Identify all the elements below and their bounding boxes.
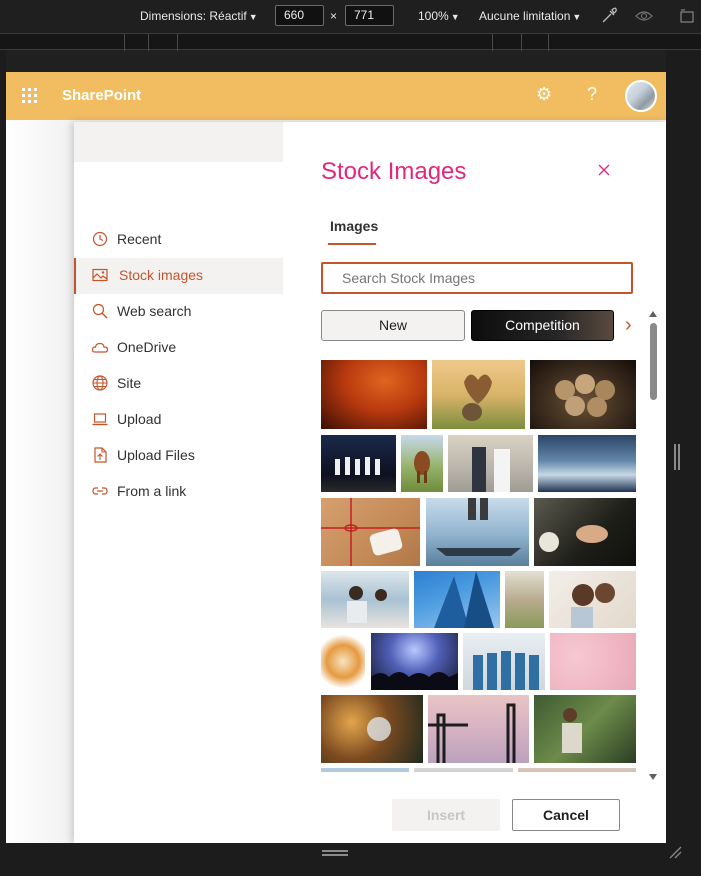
user-avatar[interactable] xyxy=(625,80,657,112)
category-new[interactable]: New xyxy=(321,310,465,341)
eyedropper-icon[interactable] xyxy=(600,7,618,25)
image-thumbnail[interactable] xyxy=(534,498,636,566)
image-thumbnail[interactable] xyxy=(428,695,529,763)
resize-handle-bottom[interactable] xyxy=(322,850,348,856)
image-thumbnail[interactable] xyxy=(432,360,525,429)
scroll-down-arrow[interactable] xyxy=(649,774,657,780)
image-thumbnail[interactable] xyxy=(414,571,500,628)
laptop-icon xyxy=(92,413,108,426)
nav-label: OneDrive xyxy=(117,339,177,355)
image-thumbnail[interactable] xyxy=(463,633,545,690)
image-thumbnail[interactable] xyxy=(414,768,513,772)
app-launcher-icon[interactable] xyxy=(22,88,38,104)
panel-title: Stock Images xyxy=(321,158,467,185)
search-icon xyxy=(92,303,108,319)
zoom-dropdown[interactable]: 100% ▼ xyxy=(418,9,460,23)
scroll-up-arrow[interactable] xyxy=(649,311,657,317)
image-thumbnail[interactable] xyxy=(448,435,533,492)
nav-item-upload[interactable]: Upload xyxy=(74,402,283,438)
image-thumbnail[interactable] xyxy=(426,498,529,566)
link-icon xyxy=(92,487,108,495)
image-thumbnail[interactable] xyxy=(321,633,365,690)
viewport-gutter-right xyxy=(666,50,701,843)
sharepoint-header: SharePoint ⚙ ? xyxy=(6,72,666,120)
image-icon xyxy=(92,268,108,282)
nav-item-web-search[interactable]: Web search xyxy=(74,294,283,330)
height-input[interactable]: 771 xyxy=(345,5,394,26)
throttle-dropdown[interactable]: Aucune limitation ▼ xyxy=(479,9,581,23)
file-upload-icon xyxy=(94,447,107,463)
media-query-ruler xyxy=(0,33,701,51)
image-thumbnail[interactable] xyxy=(321,435,396,492)
nav-label: Site xyxy=(117,375,142,391)
rotate-icon[interactable] xyxy=(677,7,697,25)
image-thumbnail[interactable] xyxy=(321,498,420,566)
cloud-icon xyxy=(92,342,108,353)
viewport-gutter-bottom xyxy=(0,843,701,876)
help-icon[interactable]: ? xyxy=(587,84,597,105)
tab-images[interactable]: Images xyxy=(330,218,378,234)
nav-item-recent[interactable]: Recent xyxy=(74,222,283,258)
image-grid xyxy=(321,360,637,772)
stock-images-panel: Stock Images Images New Competition › xyxy=(283,122,666,843)
scrollbar-thumb[interactable] xyxy=(650,323,657,400)
image-thumbnail[interactable] xyxy=(534,695,636,763)
nav-label: Web search xyxy=(117,303,192,319)
image-thumbnail[interactable] xyxy=(401,435,443,492)
nav-item-stock-images[interactable]: Stock images xyxy=(74,258,283,294)
nav-label: Upload xyxy=(117,411,162,427)
image-thumbnail[interactable] xyxy=(530,360,636,429)
image-thumbnail[interactable] xyxy=(321,768,409,772)
file-picker-dialog: Recent Stock images Web search OneDrive … xyxy=(74,122,666,843)
cancel-button[interactable]: Cancel xyxy=(512,799,620,831)
globe-icon xyxy=(92,375,108,391)
category-competition[interactable]: Competition xyxy=(471,310,614,341)
insert-button[interactable]: Insert xyxy=(392,799,500,831)
image-thumbnail[interactable] xyxy=(321,695,423,763)
nav-item-upload-files[interactable]: Upload Files xyxy=(74,438,283,474)
image-grid-scrollbar[interactable] xyxy=(648,311,658,781)
tab-indicator xyxy=(328,243,376,245)
sensor-icon[interactable] xyxy=(634,8,654,24)
image-thumbnail[interactable] xyxy=(321,571,409,628)
app-title[interactable]: SharePoint xyxy=(62,87,141,104)
resize-handle-right[interactable] xyxy=(674,444,680,470)
times-sign: × xyxy=(330,9,338,23)
image-thumbnail[interactable] xyxy=(549,571,636,628)
dimensions-dropdown[interactable]: Dimensions: Réactif ▼ xyxy=(140,9,258,23)
settings-gear-icon[interactable]: ⚙ xyxy=(536,84,552,105)
nav-item-from-a-link[interactable]: From a link xyxy=(74,474,283,510)
image-thumbnail[interactable] xyxy=(550,633,636,690)
nav-item-site[interactable]: Site xyxy=(74,366,283,402)
image-thumbnail[interactable] xyxy=(505,571,544,628)
picker-nav: Recent Stock images Web search OneDrive … xyxy=(74,122,283,843)
image-thumbnail[interactable] xyxy=(538,435,636,492)
emulated-viewport: SharePoint ⚙ ? Recent Stock images Web s… xyxy=(6,72,666,843)
image-thumbnail[interactable] xyxy=(321,360,427,429)
close-icon[interactable] xyxy=(596,162,612,178)
clock-icon xyxy=(92,231,108,247)
chevron-right-icon[interactable]: › xyxy=(625,314,632,337)
nav-label: Recent xyxy=(117,231,162,247)
width-input[interactable]: 660 xyxy=(275,5,324,26)
image-thumbnail[interactable] xyxy=(518,768,636,772)
nav-label: Upload Files xyxy=(117,447,195,463)
image-thumbnail[interactable] xyxy=(371,633,458,690)
nav-item-onedrive[interactable]: OneDrive xyxy=(74,330,283,366)
search-input[interactable] xyxy=(321,262,633,294)
nav-label: From a link xyxy=(117,483,187,499)
nav-label: Stock images xyxy=(119,267,204,283)
resize-corner-icon[interactable] xyxy=(668,845,682,859)
devtools-toolbar: Dimensions: Réactif ▼ 660 × 771 100% ▼ Auc… xyxy=(0,0,701,33)
